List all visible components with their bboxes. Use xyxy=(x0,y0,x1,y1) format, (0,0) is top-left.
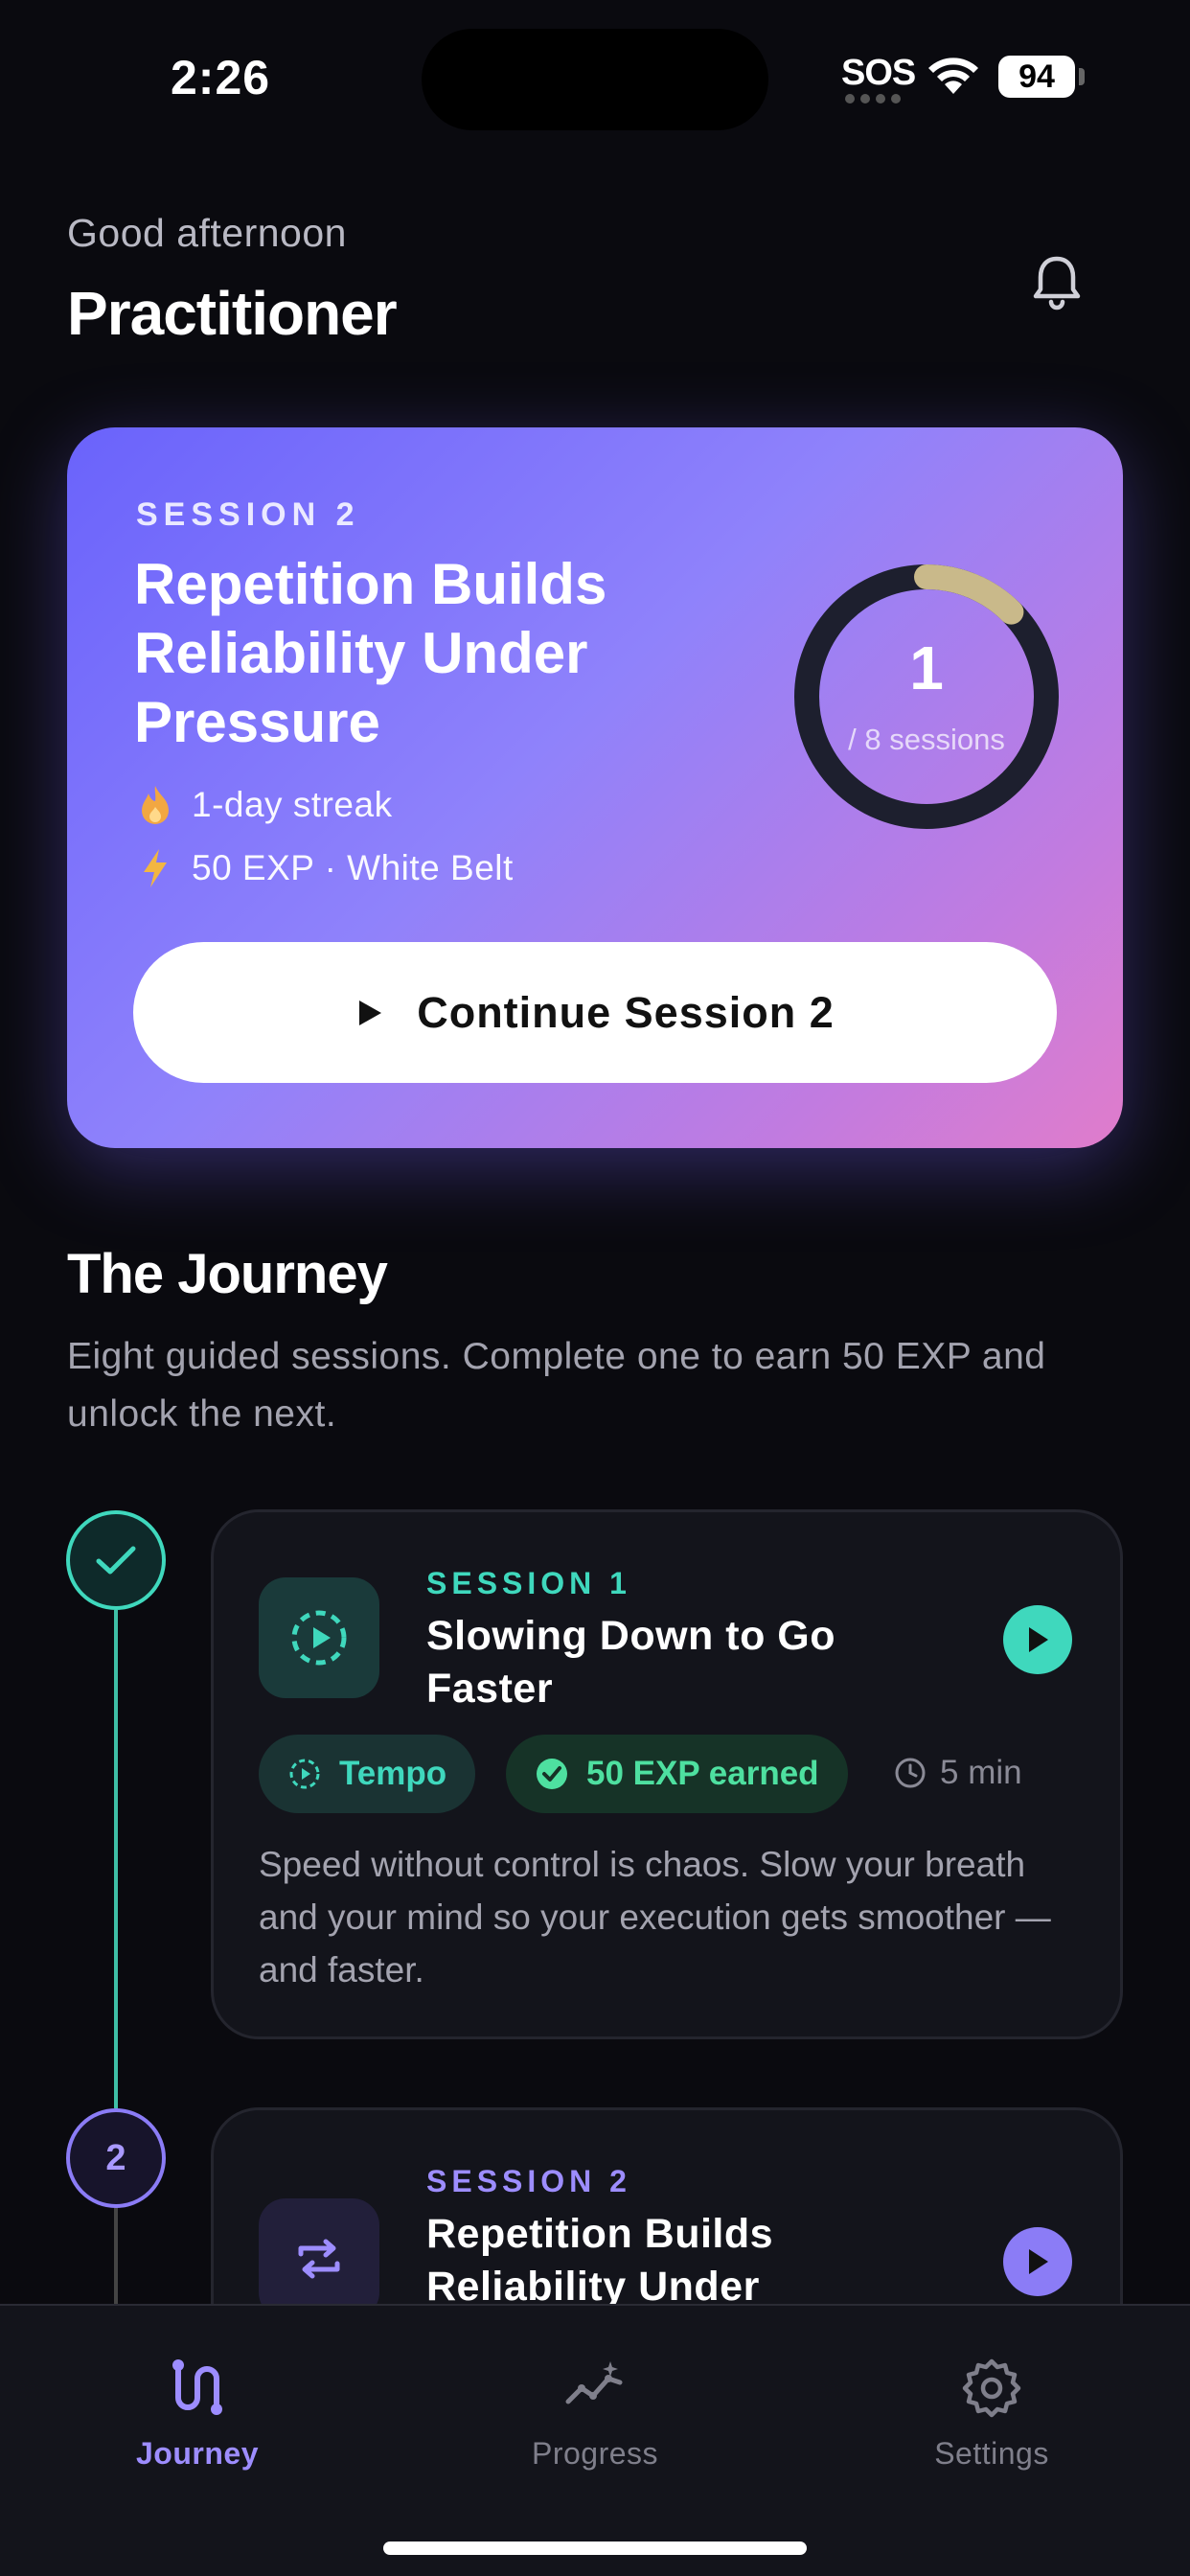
progress-count: 1 xyxy=(909,633,944,702)
signal-dots xyxy=(845,94,903,104)
flame-icon xyxy=(142,786,169,824)
exp-text: 50 EXP · White Belt xyxy=(192,848,514,887)
greeting-text: Good afternoon xyxy=(67,211,347,255)
play-icon xyxy=(359,1000,382,1025)
timeline-line xyxy=(114,1610,118,2108)
clock-icon xyxy=(895,1758,926,1788)
streak-row: 1-day streak xyxy=(136,784,393,826)
play-session-2-button[interactable] xyxy=(1003,2227,1072,2296)
timeline-node-completed xyxy=(66,1510,166,1610)
journey-icon xyxy=(172,2359,222,2415)
session-description: Speed without control is chaos. Slow you… xyxy=(259,1845,1051,1990)
session-title: Slowing Down to Go Faster xyxy=(426,1613,835,1712)
session-label: SESSION 2 xyxy=(426,2164,631,2198)
tab-progress[interactable]: Progress xyxy=(461,2356,729,2472)
tab-journey[interactable]: Journey xyxy=(63,2356,332,2472)
exp-earned-badge: 50 EXP earned xyxy=(506,1735,848,1813)
status-bar: 2:26 SOS 94 xyxy=(0,0,1190,144)
battery-nub xyxy=(1079,68,1085,85)
progress-icon xyxy=(565,2361,623,2404)
journey-description: Eight guided sessions. Complete one to e… xyxy=(67,1336,1046,1435)
bolt-icon xyxy=(144,849,167,887)
play-session-1-button[interactable] xyxy=(1003,1605,1072,1674)
session-card-1[interactable]: SESSION 1 Slowing Down to Go Faster Temp… xyxy=(211,1509,1123,2039)
tab-journey-label: Journey xyxy=(136,2436,259,2471)
session-duration: 5 min xyxy=(894,1754,1022,1792)
username-title: Practitioner xyxy=(67,279,398,348)
continue-session-button[interactable]: Continue Session 2 xyxy=(133,942,1057,1083)
current-session-card: SESSION 2 Repetition Builds Reliability … xyxy=(67,427,1123,1148)
bottom-tab-bar: Journey Progress Settings xyxy=(0,2304,1190,2576)
timeline-line-locked xyxy=(114,2204,118,2319)
tab-progress-label: Progress xyxy=(531,2436,659,2471)
tab-settings-label: Settings xyxy=(934,2436,1049,2471)
journey-heading: The Journey xyxy=(67,1243,388,1305)
gear-icon xyxy=(962,2358,1021,2418)
session-title: Repetition Builds Reliability Under xyxy=(426,2211,774,2310)
exp-row: 50 EXP · White Belt xyxy=(136,847,514,889)
progress-total: / 8 sessions xyxy=(848,723,1005,756)
check-icon xyxy=(96,1546,136,1575)
bell-icon[interactable] xyxy=(1025,251,1088,314)
repeat-session-icon xyxy=(259,2198,379,2319)
home-indicator xyxy=(383,2542,807,2555)
tempo-icon xyxy=(289,1759,320,1789)
status-time: 2:26 xyxy=(171,51,271,104)
duration-label: 5 min xyxy=(940,1754,1022,1791)
wifi-icon xyxy=(928,58,978,94)
tempo-tag: Tempo xyxy=(259,1735,476,1813)
play-icon xyxy=(1029,2249,1048,2274)
sos-indicator: SOS xyxy=(841,53,916,93)
session-label: SESSION 2 xyxy=(136,496,360,533)
check-circle-icon xyxy=(537,1759,567,1789)
battery-level: 94 xyxy=(998,56,1075,98)
timeline-node-current: 2 xyxy=(66,2108,166,2208)
session-label: SESSION 1 xyxy=(426,1566,631,1600)
tab-settings[interactable]: Settings xyxy=(858,2356,1126,2472)
tempo-tag-label: Tempo xyxy=(339,1755,447,1792)
dynamic-island xyxy=(422,29,768,130)
continue-session-label: Continue Session 2 xyxy=(417,987,835,1037)
exp-earned-label: 50 EXP earned xyxy=(586,1755,819,1792)
streak-text: 1-day streak xyxy=(192,785,393,824)
tempo-session-icon xyxy=(259,1577,379,1698)
session-title: Repetition Builds Reliability Under Pres… xyxy=(134,552,607,754)
play-icon xyxy=(1029,1627,1048,1652)
